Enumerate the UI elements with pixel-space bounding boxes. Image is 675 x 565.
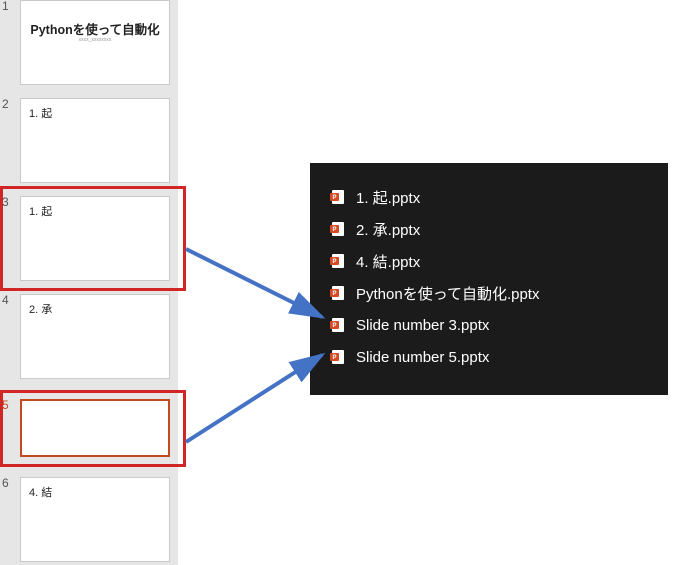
svg-text:P: P xyxy=(332,195,336,201)
svg-text:P: P xyxy=(332,355,336,361)
file-name: Slide number 5.pptx xyxy=(356,349,489,366)
file-row[interactable]: P 4. 結.pptx xyxy=(330,245,648,277)
file-row[interactable]: P 2. 承.pptx xyxy=(330,213,648,245)
pptx-file-icon: P xyxy=(330,317,346,333)
slide-title: 4. 結 xyxy=(29,484,52,500)
svg-text:P: P xyxy=(332,227,336,233)
svg-text:P: P xyxy=(332,323,336,329)
file-name: 4. 結.pptx xyxy=(356,251,420,272)
highlight-slide-5 xyxy=(0,390,186,467)
pptx-file-icon: P xyxy=(330,189,346,205)
pptx-file-icon: P xyxy=(330,221,346,237)
file-row[interactable]: P Pythonを使って自動化.pptx xyxy=(330,277,648,309)
slide-title: 1. 起 xyxy=(29,105,52,121)
slide-number: 2 xyxy=(2,97,9,111)
slide-title: 2. 承 xyxy=(29,301,52,317)
slide-subtitle: xxxx_xxxxxxxx xyxy=(21,37,169,43)
pptx-file-icon: P xyxy=(330,285,346,301)
pptx-file-icon: P xyxy=(330,253,346,269)
highlight-slide-3 xyxy=(0,186,186,291)
svg-text:P: P xyxy=(332,291,336,297)
svg-text:P: P xyxy=(332,259,336,265)
pptx-file-icon: P xyxy=(330,349,346,365)
file-name: Slide number 3.pptx xyxy=(356,317,489,334)
arrow-slide3-to-file xyxy=(186,249,322,317)
file-row[interactable]: P Slide number 3.pptx xyxy=(330,309,648,341)
file-name: Pythonを使って自動化.pptx xyxy=(356,283,539,304)
file-name: 1. 起.pptx xyxy=(356,187,420,208)
file-explorer-panel: P 1. 起.pptx P 2. 承.pptx P 4. 結.pptx P Py… xyxy=(310,163,668,395)
slide-number: 4 xyxy=(2,293,9,307)
slide-number: 6 xyxy=(2,476,9,490)
slide-number: 1 xyxy=(2,0,9,13)
arrow-slide5-to-file xyxy=(186,355,322,442)
file-row[interactable]: P Slide number 5.pptx xyxy=(330,341,648,373)
file-name: 2. 承.pptx xyxy=(356,219,420,240)
file-row[interactable]: P 1. 起.pptx xyxy=(330,181,648,213)
slide-title: Pythonを使って自動化 xyxy=(21,19,169,38)
